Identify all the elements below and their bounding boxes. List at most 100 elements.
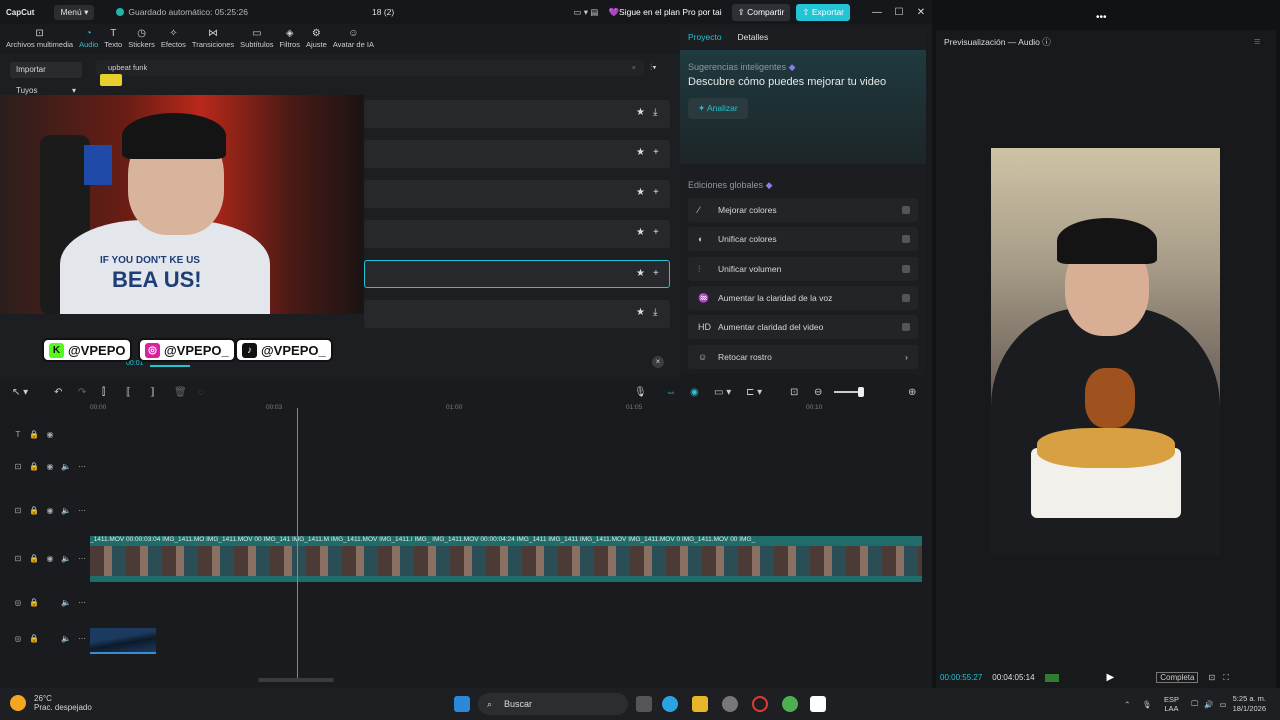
tab-sticker[interactable]: ◷ Stickers xyxy=(128,28,155,52)
more-icon[interactable]: ⋯ xyxy=(74,462,90,471)
snap-icon[interactable]: ⊏ ▾ xyxy=(746,387,762,398)
export-button[interactable]: ⇧ Exportar xyxy=(796,3,850,21)
redo-icon[interactable]: ↷ xyxy=(78,387,86,398)
pro-plan-link[interactable]: 💜Sigue en el plan Pro por tai xyxy=(608,7,721,18)
global-edit-item[interactable]: ⁄ Mejorar colores xyxy=(688,198,918,222)
volume-icon[interactable]: 🔈 xyxy=(58,462,74,471)
tab-filters[interactable]: ◈ Filtros xyxy=(280,28,300,52)
lock-icon[interactable]: 🔒 xyxy=(26,462,42,471)
global-edit-item[interactable]: HD Aumentar claridad del video xyxy=(688,315,918,340)
shield-icon[interactable]: ◌ xyxy=(198,387,204,398)
tray-expand-icon[interactable]: ⌃ xyxy=(1124,700,1130,709)
more-icon[interactable]: ⋯ xyxy=(74,634,90,643)
lock-icon[interactable]: 🔒 xyxy=(26,634,42,643)
favorite-icon[interactable]: ★ xyxy=(636,307,645,318)
menu-button[interactable]: Menú ▾ xyxy=(54,4,95,20)
favorite-icon[interactable]: ★ xyxy=(636,227,645,238)
task-view-icon[interactable] xyxy=(636,696,652,712)
split-left-icon[interactable]: ⟦ xyxy=(126,387,131,398)
audio-list-item[interactable]: ★ + xyxy=(364,140,670,168)
global-edit-item[interactable]: ⫶ Unificar volumen xyxy=(688,256,918,281)
toggle-switch[interactable] xyxy=(902,293,910,302)
filter-icon[interactable]: ⫶▾ xyxy=(650,62,657,73)
toggle-switch[interactable] xyxy=(902,323,910,332)
search-input[interactable]: upbeat funk × xyxy=(96,60,644,76)
select-tool-icon[interactable]: ↖ ▾ xyxy=(12,387,28,398)
global-edit-item[interactable]: ☺ Retocar rostro › xyxy=(688,344,918,369)
more-icon[interactable]: ⋯ xyxy=(74,506,90,515)
audio-list-item[interactable]: ★ ⤓ xyxy=(364,300,670,328)
favorite-icon[interactable]: ★ xyxy=(636,147,645,158)
audio-list-item[interactable]: ★ + xyxy=(364,220,670,248)
clear-icon[interactable]: × xyxy=(632,60,636,76)
timeline-scrollbar[interactable] xyxy=(258,678,334,682)
preview-video-frame[interactable] xyxy=(991,148,1220,555)
preview-axis-icon[interactable]: ▭ ▾ xyxy=(714,387,731,398)
volume-tray-icon[interactable]: 🔊 xyxy=(1204,700,1213,709)
tab-transitions[interactable]: ⋈ Transiciones xyxy=(192,28,234,52)
network-icon[interactable]: 🖵 xyxy=(1191,699,1198,709)
tab-subtitles[interactable]: ▭ Subtítulos xyxy=(240,28,273,52)
add-icon[interactable]: + xyxy=(653,268,659,279)
tab-ai-avatar[interactable]: ☺ Avatar de IA xyxy=(333,28,374,52)
download-icon[interactable]: ⤓ xyxy=(653,307,657,318)
download-icon[interactable]: ⤓ xyxy=(653,107,657,118)
link-icon[interactable]: ⇔ xyxy=(666,387,676,398)
global-edit-item[interactable]: ♒ Aumentar la claridad de la voz xyxy=(688,285,918,310)
tab-adjust[interactable]: ⚙ Ajuste xyxy=(306,28,327,52)
mic-tray-icon[interactable]: 🎙 xyxy=(1142,700,1152,709)
screenshot-icon[interactable]: ⊡ xyxy=(1208,673,1215,682)
taskbar-search[interactable]: ⌕ Buscar xyxy=(478,693,628,715)
favorite-icon[interactable]: ★ xyxy=(636,268,645,279)
zoom-slider-handle[interactable] xyxy=(858,387,864,397)
split-icon[interactable]: ⫿ xyxy=(102,387,105,398)
tab-details[interactable]: Detalles xyxy=(730,28,777,48)
lock-icon[interactable]: 🔒 xyxy=(26,430,42,439)
close-player-icon[interactable]: × xyxy=(652,356,664,368)
audio-thumb[interactable] xyxy=(100,74,122,86)
audio-list-item[interactable]: ★ + xyxy=(364,180,670,208)
zoom-in-icon[interactable]: ⊕ xyxy=(908,387,916,398)
audio-list-item-selected[interactable]: ★ + xyxy=(364,260,670,288)
aspect-ratio-button[interactable]: Completa xyxy=(1156,672,1199,683)
eye-icon[interactable]: ◉ xyxy=(42,506,58,515)
language-indicator[interactable]: ESP LAA xyxy=(1164,695,1179,713)
maximize-icon[interactable]: ☐ xyxy=(888,7,910,18)
steam-icon[interactable] xyxy=(722,696,738,712)
more-icon[interactable]: ⋯ xyxy=(74,554,90,563)
playhead[interactable] xyxy=(297,408,298,678)
more-options-icon[interactable]: ••• xyxy=(1096,12,1107,23)
tab-effects[interactable]: ✧ Efectos xyxy=(161,28,186,52)
lock-icon[interactable]: 🔒 xyxy=(26,554,42,563)
global-edit-item[interactable]: ◐ Unificar colores xyxy=(688,227,918,252)
add-icon[interactable]: + xyxy=(653,187,659,198)
tab-text[interactable]: T Texto xyxy=(104,28,122,52)
add-icon[interactable]: + xyxy=(653,147,659,158)
telegram-icon[interactable] xyxy=(662,696,678,712)
opera-icon[interactable] xyxy=(752,696,768,712)
lock-icon[interactable]: 🔒 xyxy=(26,506,42,515)
chrome-icon[interactable] xyxy=(782,696,798,712)
weather-widget[interactable]: 26°C Prac. despejado xyxy=(10,694,92,712)
mini-player-progress[interactable] xyxy=(150,365,190,367)
eye-icon[interactable]: ◉ xyxy=(42,554,58,563)
share-button[interactable]: ⇪ Compartir xyxy=(731,3,791,21)
tab-project[interactable]: Proyecto xyxy=(680,28,730,48)
capcut-taskbar-icon[interactable] xyxy=(810,696,826,712)
more-icon[interactable]: ⋯ xyxy=(74,598,90,607)
volume-icon[interactable]: 🔈 xyxy=(58,554,74,563)
tab-audio[interactable]: ◔ Audio xyxy=(79,28,98,52)
magnet-icon[interactable]: ◉ xyxy=(690,387,699,398)
audio-list-item[interactable]: ★ ⤓ xyxy=(364,100,670,128)
zoom-out-icon[interactable]: ⊖ xyxy=(814,387,822,398)
play-icon[interactable]: ▶ xyxy=(1107,672,1115,683)
toggle-switch[interactable] xyxy=(902,235,910,244)
analyze-button[interactable]: ✦ Analizar xyxy=(688,98,748,119)
audio-clip[interactable] xyxy=(90,628,156,654)
fullscreen-icon[interactable]: ⛶ xyxy=(1223,673,1229,683)
toggle-switch[interactable] xyxy=(902,206,910,214)
toggle-switch[interactable] xyxy=(902,264,910,273)
microphone-icon[interactable]: 🎙 xyxy=(634,387,647,398)
split-right-icon[interactable]: ⟧ xyxy=(150,387,155,398)
volume-icon[interactable]: 🔈 xyxy=(58,598,74,607)
